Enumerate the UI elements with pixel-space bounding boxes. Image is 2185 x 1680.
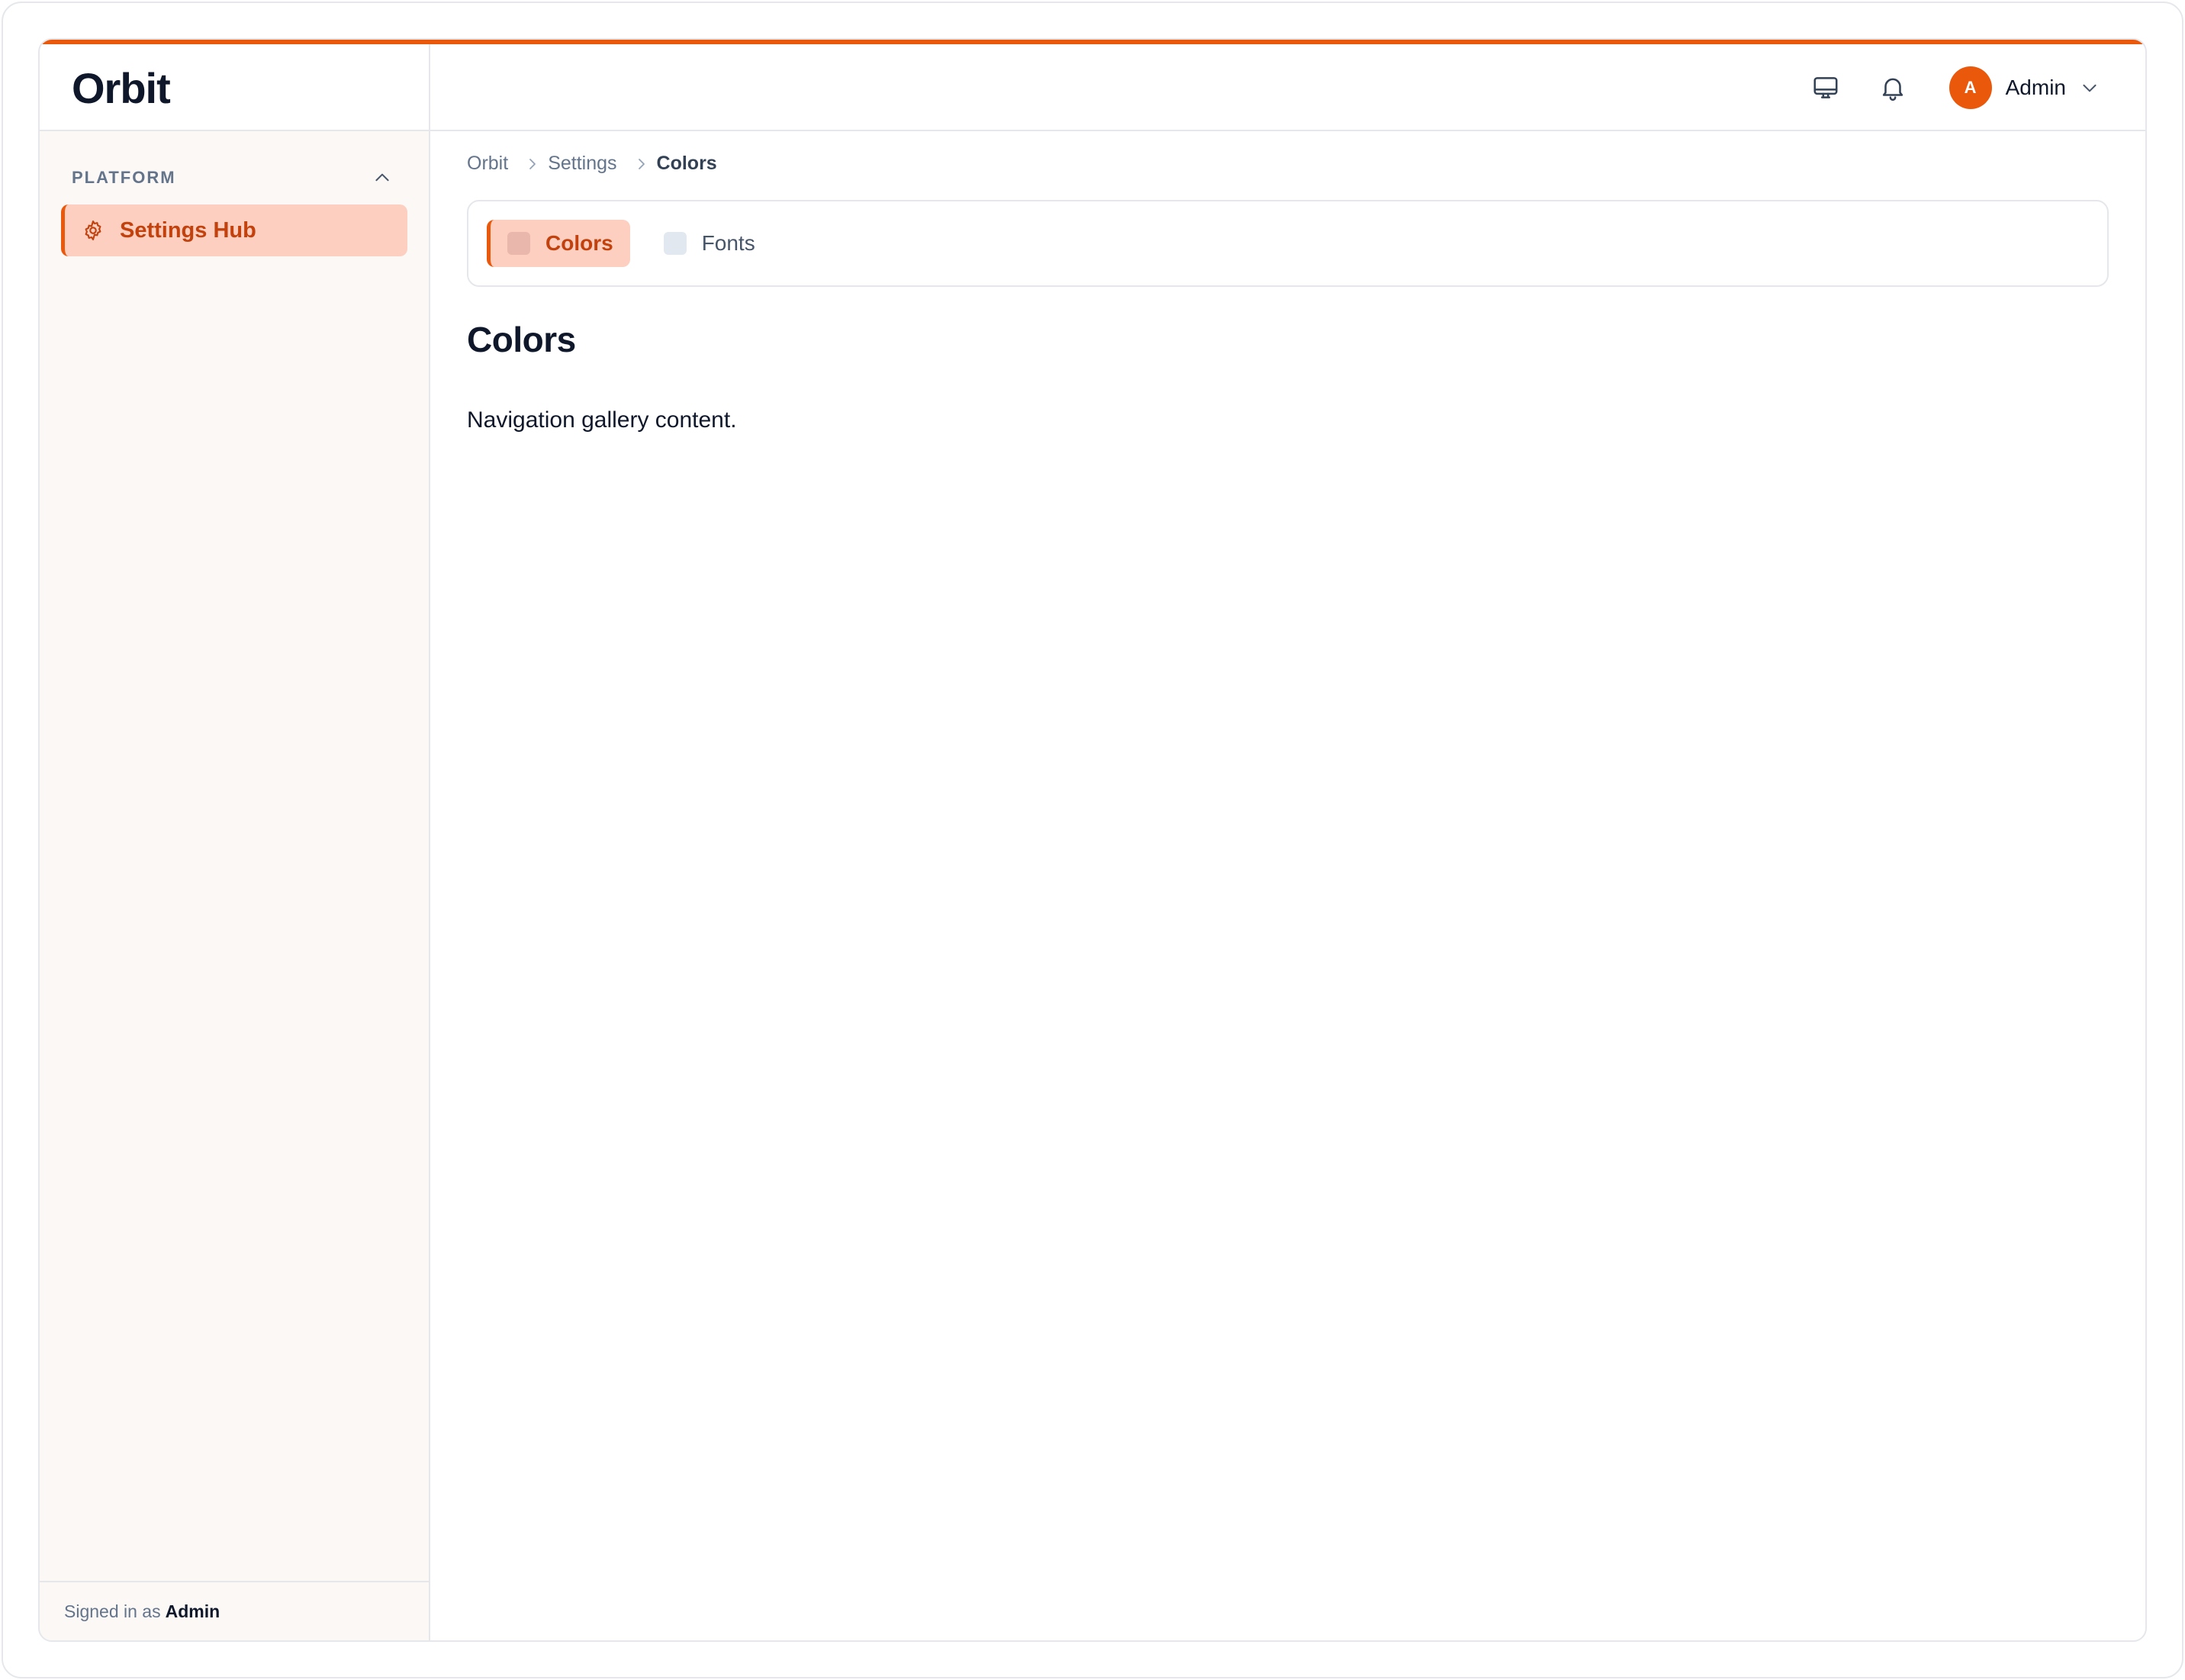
signed-in-prefix: Signed in as — [64, 1601, 161, 1621]
avatar: A — [1948, 66, 1992, 109]
notifications-button[interactable] — [1874, 69, 1911, 106]
sidebar-item-settings-hub[interactable]: Settings Hub — [61, 204, 407, 256]
sidebar-item-label: Settings Hub — [120, 217, 256, 243]
tab-fonts[interactable]: Fonts — [647, 220, 772, 267]
brand-logo[interactable]: Orbit — [72, 63, 171, 113]
brand-area: Orbit — [40, 40, 430, 130]
gear-icon — [85, 220, 101, 240]
chevron-right-icon — [526, 156, 539, 172]
breadcrumb-item-orbit[interactable]: Orbit — [467, 153, 508, 175]
user-menu[interactable]: A Admin — [1948, 66, 2100, 109]
monitor-icon — [1813, 77, 1838, 98]
monitor-button[interactable] — [1807, 69, 1844, 106]
swatch-icon — [507, 232, 530, 255]
sidebar: PLATFORM Settings Hub Signed in as Admin — [40, 131, 430, 1640]
bell-icon — [1882, 78, 1903, 101]
chevron-down-icon — [2083, 84, 2097, 92]
page-title: Colors — [467, 320, 576, 359]
main-content: Orbit Settings Colors Colors Fonts Color… — [430, 131, 2145, 1640]
breadcrumb-item-settings[interactable]: Settings — [548, 153, 616, 175]
signed-in-footer: Signed in as Admin — [40, 1581, 429, 1640]
swatch-icon — [663, 232, 687, 255]
tab-label: Colors — [545, 231, 613, 255]
user-name: Admin — [2005, 76, 2066, 99]
signed-in-user: Admin — [165, 1601, 220, 1621]
top-header: Orbit A Admin — [40, 40, 2145, 131]
accent-bar — [40, 40, 2145, 44]
breadcrumb-item-colors: Colors — [656, 153, 717, 174]
header-actions: A Admin — [430, 40, 2145, 130]
tab-bar: Colors Fonts — [467, 200, 2109, 287]
breadcrumb: Orbit Settings Colors — [467, 153, 717, 175]
sidebar-section-header[interactable]: PLATFORM — [72, 168, 392, 188]
chevron-up-icon[interactable] — [372, 168, 392, 188]
tab-label: Fonts — [701, 231, 755, 255]
sidebar-section-title: PLATFORM — [72, 168, 176, 187]
page-body-text: Navigation gallery content. — [467, 407, 737, 433]
app-window: Orbit A Admin PLATFORM Settings Hub Sign… — [38, 38, 2147, 1642]
tab-colors[interactable]: Colors — [487, 220, 630, 267]
chevron-right-icon — [636, 156, 648, 172]
